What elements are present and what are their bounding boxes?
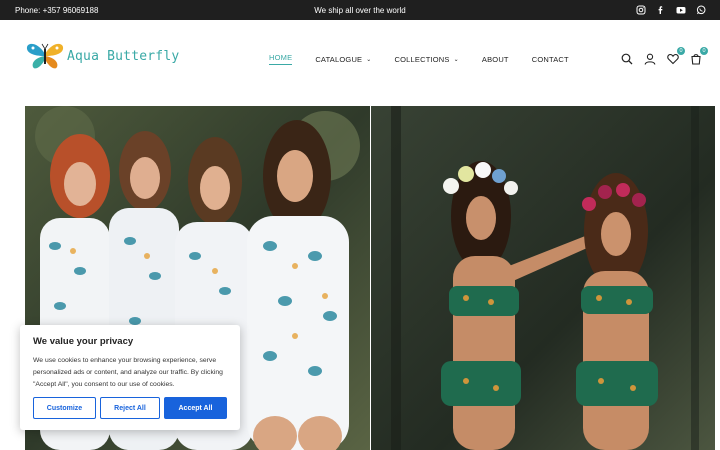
nav-label: CATALOGUE [315,54,363,64]
youtube-icon[interactable] [676,5,686,15]
cookie-message: We use cookies to enhance your browsing … [33,357,223,388]
hero-image-bikinis[interactable] [371,106,715,450]
search-icon[interactable] [621,52,633,65]
reject-all-button[interactable]: Reject All [100,397,160,419]
facebook-icon[interactable] [656,5,666,15]
brand-logo[interactable]: Aqua Butterfly [25,40,179,72]
cookie-consent-banner: We value your privacy We use cookies to … [20,325,240,430]
cookie-title: We value your privacy [33,336,134,347]
nav-label: ABOUT [481,54,509,64]
whatsapp-icon[interactable] [696,5,706,15]
wishlist-count-badge: 0 [677,47,685,55]
chevron-down-icon: ⌄ [453,56,459,63]
instagram-icon[interactable] [636,5,646,15]
account-icon[interactable] [644,52,656,65]
main-navigation: HOME CATALOGUE ⌄ COLLECTIONS ⌄ ABOUT CON… [269,53,592,65]
nav-about[interactable]: ABOUT [482,53,509,65]
accept-all-button[interactable]: Accept All [164,397,227,419]
nav-label: CONTACT [531,54,569,64]
nav-home[interactable]: HOME [269,53,293,65]
nav-catalogue[interactable]: CATALOGUE ⌄ [315,53,371,65]
butterfly-logo-icon [26,43,64,69]
cart-icon[interactable]: 0 [690,47,708,65]
cart-count-badge: 0 [700,47,708,55]
customize-button[interactable]: Customize [33,397,96,419]
shipping-notice: We ship all over the world [314,6,406,15]
brand-name: Aqua Butterfly [67,48,180,64]
nav-contact[interactable]: CONTACT [532,53,569,65]
header-icons: 0 0 [621,47,708,65]
chevron-down-icon: ⌄ [366,56,372,63]
nav-label: HOME [269,53,293,62]
cookie-actions: Customize Reject All Accept All [33,397,227,419]
top-bar: Phone: +357 96069188 We ship all over th… [0,0,720,20]
wishlist-icon[interactable]: 0 [667,47,685,65]
site-header: Aqua Butterfly HOME CATALOGUE ⌄ COLLECTI… [0,20,720,95]
social-links [636,5,706,15]
nav-label: COLLECTIONS [394,54,450,64]
nav-collections[interactable]: COLLECTIONS ⌄ [395,53,459,65]
